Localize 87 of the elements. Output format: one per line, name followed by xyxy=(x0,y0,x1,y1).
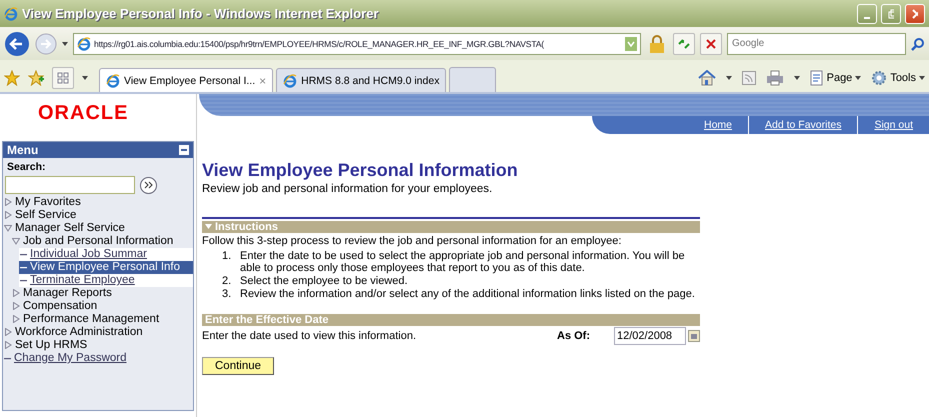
printer-icon[interactable] xyxy=(766,70,784,86)
address-field[interactable]: https://rg01.ais.columbia.edu:15400/psp/hr9trn/EMPLOYEE/HRMS/c/ROLE_MANAGER.HR_EE_INF_MGR.GBL?NAVSTA( xyxy=(73,32,641,54)
search-label: Search: xyxy=(6,160,47,175)
window-title: View Employee Personal Info - Windows Internet Explorer xyxy=(22,6,380,21)
back-icon[interactable] xyxy=(4,30,30,56)
menu-folder[interactable]: Set Up HRMS xyxy=(15,339,88,352)
header-link[interactable]: Sign out xyxy=(857,116,929,134)
expanded-triangle-icon[interactable] xyxy=(12,237,20,245)
instructions-intro: Follow this 3-step process to review the job and personal information for an employee: xyxy=(202,235,622,247)
stop-icon xyxy=(705,38,717,50)
step-number: 3. xyxy=(222,288,232,300)
browser-tab[interactable]: View Employee Personal I... × xyxy=(99,68,274,92)
minimize-button[interactable] xyxy=(857,4,877,24)
caret-icon[interactable] xyxy=(855,76,862,80)
browser-logo-icon xyxy=(4,6,18,20)
menu-link[interactable]: Change My Password xyxy=(14,352,126,365)
add-favorite-icon[interactable] xyxy=(28,70,44,86)
as-of-label: As Of: xyxy=(557,330,590,342)
collapsed-triangle-icon[interactable] xyxy=(4,211,12,219)
collapsed-triangle-icon[interactable] xyxy=(12,315,20,323)
minimize-icon xyxy=(864,16,870,18)
refresh-icon xyxy=(677,38,691,50)
tab-list-caret-icon[interactable] xyxy=(82,76,88,80)
print-caret-icon[interactable] xyxy=(794,76,800,80)
menu-folder[interactable]: Job and Personal Information xyxy=(23,235,174,248)
menu-folder[interactable]: Performance Management xyxy=(23,313,160,326)
double-chevron-icon xyxy=(144,181,153,189)
step-number: 1. xyxy=(222,250,232,264)
expanded-triangle-icon[interactable] xyxy=(4,224,12,232)
new-tab-button[interactable] xyxy=(449,67,496,92)
search-field[interactable]: Google xyxy=(727,32,906,54)
date-description: Enter the date used to view this information. xyxy=(202,330,418,342)
close-button[interactable] xyxy=(905,4,925,24)
dropdown-icon[interactable] xyxy=(625,36,637,50)
step-text: Review the information and/or select any of the additional information links listed on the page. xyxy=(240,288,695,300)
collapsed-triangle-icon[interactable] xyxy=(4,198,12,206)
expanded-triangle-icon xyxy=(205,224,212,230)
continue-button[interactable]: Continue xyxy=(202,357,274,375)
caret-icon[interactable] xyxy=(919,76,925,80)
step-text: Enter the date to be used to select the appropriate job and personal information. You will be able to process only those employees that report to you as of this date. xyxy=(240,250,686,274)
grid-icon xyxy=(57,72,69,84)
command-menu[interactable]: Tools xyxy=(871,70,925,86)
step-number: 2. xyxy=(222,275,232,287)
header-link[interactable]: Home xyxy=(688,116,748,134)
restore-button[interactable] xyxy=(881,4,901,24)
search-go-button[interactable] xyxy=(140,176,157,194)
collapsed-triangle-icon[interactable] xyxy=(12,302,20,310)
collapsed-triangle-icon[interactable] xyxy=(4,341,12,349)
history-caret-icon[interactable] xyxy=(62,42,68,46)
command-menu[interactable]: Page xyxy=(810,70,862,86)
menu-folder[interactable]: Workforce Administration xyxy=(15,326,143,339)
page-subtitle: Review job and personal information for your employees. xyxy=(202,183,494,195)
date-field[interactable]: 12/02/2008 xyxy=(614,327,686,345)
menu-folder[interactable]: Manager Reports xyxy=(23,287,112,300)
section-header: Enter the Effective Date xyxy=(202,314,700,326)
step-text: Select the employee to be viewed. xyxy=(240,275,408,287)
page-icon xyxy=(77,36,91,50)
minus-icon xyxy=(181,149,187,151)
logo: ORACLE xyxy=(37,101,130,126)
menu-folder[interactable]: Compensation xyxy=(23,300,98,313)
header-link[interactable]: Add to Favorites xyxy=(748,116,858,134)
menu-title: Menu xyxy=(7,143,38,157)
menu-folder[interactable]: Self Service xyxy=(15,209,76,222)
stop-button[interactable] xyxy=(700,32,722,54)
search-icon[interactable] xyxy=(911,36,925,50)
feed-icon[interactable] xyxy=(742,71,756,85)
menu-folder[interactable]: My Favorites xyxy=(15,196,81,209)
collapsed-triangle-icon[interactable] xyxy=(4,328,12,336)
close-icon xyxy=(912,8,918,18)
home-icon[interactable] xyxy=(698,70,716,86)
collapse-menu-button[interactable] xyxy=(179,145,189,155)
menu-search-field[interactable] xyxy=(5,176,135,194)
browser-tab[interactable]: HRMS 8.8 and HCM9.0 index xyxy=(276,68,446,92)
collapsed-triangle-icon[interactable] xyxy=(12,289,20,297)
home-caret-icon[interactable] xyxy=(726,76,732,80)
page-icon xyxy=(810,70,824,86)
calendar-icon[interactable] xyxy=(688,330,700,342)
refresh-button[interactable] xyxy=(673,32,695,54)
tab-page-icon xyxy=(106,74,120,88)
quick-tabs-button[interactable] xyxy=(52,67,74,89)
tab-page-icon xyxy=(283,74,298,88)
forward-icon[interactable] xyxy=(35,32,57,54)
restore-icon xyxy=(888,8,894,18)
page-title: View Employee Personal Information xyxy=(202,160,519,181)
favorites-star-icon[interactable] xyxy=(4,70,20,86)
menu-folder[interactable]: Manager Self Service xyxy=(15,222,125,235)
gear-icon xyxy=(871,70,888,86)
